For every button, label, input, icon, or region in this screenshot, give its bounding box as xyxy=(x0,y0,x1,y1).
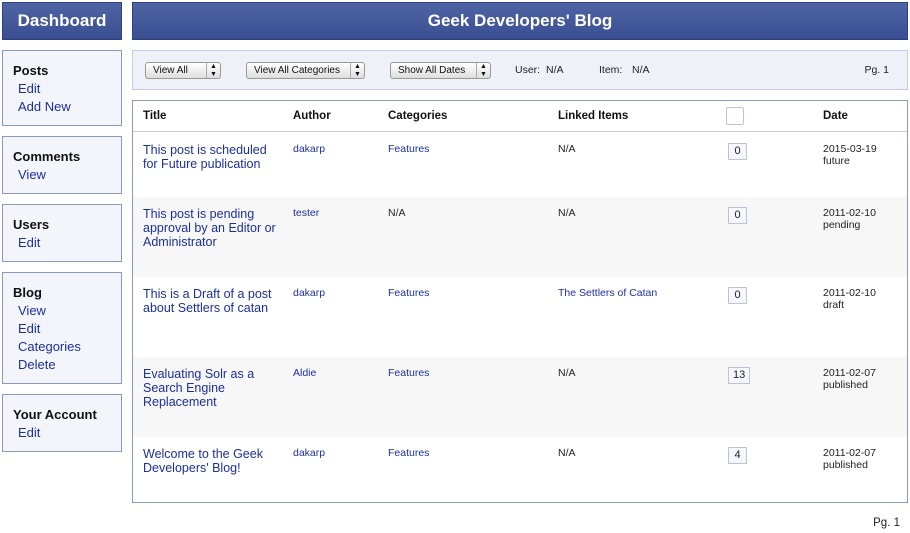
post-title-link[interactable]: This post is pending approval by an Edit… xyxy=(143,207,283,249)
post-status: draft xyxy=(823,299,845,311)
post-title-link[interactable]: Evaluating Solr as a Search Engine Repla… xyxy=(143,367,283,409)
select-arrows-icon: ▲ ▼ xyxy=(206,63,220,78)
sidebar-heading-comments: Comments xyxy=(13,149,81,164)
table-header: Title Author Categories Linked Items Dat… xyxy=(133,101,907,132)
post-status: future xyxy=(823,155,850,167)
post-date: 2011-02-07 published xyxy=(823,447,876,471)
item-filter-value: N/A xyxy=(632,64,650,76)
post-category-link[interactable]: Features xyxy=(388,287,429,299)
sidebar-heading-users: Users xyxy=(13,217,50,232)
sidebar-item-account-edit[interactable]: Edit xyxy=(13,424,121,442)
post-date-value: 2011-02-10 xyxy=(823,207,876,219)
post-date-value: 2015-03-19 xyxy=(823,143,877,155)
item-filter-label: Item: xyxy=(599,64,623,76)
table-row: This is a Draft of a post about Settlers… xyxy=(133,277,907,357)
dashboard-title[interactable]: Dashboard xyxy=(2,2,122,40)
post-author: Aldie xyxy=(293,367,317,379)
sidebar-item-blog-delete[interactable]: Delete xyxy=(13,356,121,374)
comment-count-badge[interactable]: 0 xyxy=(728,143,747,160)
comment-count-badge[interactable]: 4 xyxy=(728,447,747,464)
sidebar-users: Users Edit xyxy=(2,204,122,262)
sidebar-item-blog-categories[interactable]: Categories xyxy=(13,338,121,356)
post-date-value: 2011-02-07 xyxy=(823,367,876,379)
column-header-categories[interactable]: Categories xyxy=(388,110,447,122)
sidebar-item-blog-view[interactable]: View xyxy=(13,302,121,320)
sidebar-item-posts-add-new[interactable]: Add New xyxy=(13,98,121,116)
user-filter-value: N/A xyxy=(546,64,564,76)
comment-count-badge[interactable]: 0 xyxy=(728,287,747,304)
post-linked-items: N/A xyxy=(558,447,576,459)
sidebar-item-users-edit[interactable]: Edit xyxy=(13,234,121,252)
post-status: pending xyxy=(823,219,861,231)
post-title-link[interactable]: This is a Draft of a post about Settlers… xyxy=(143,287,283,315)
sidebar-item-posts-edit[interactable]: Edit xyxy=(13,80,121,98)
post-date: 2011-02-10 pending xyxy=(823,207,876,231)
post-linked-items: N/A xyxy=(558,367,576,379)
table-row: Welcome to the Geek Developers' Blog! da… xyxy=(133,437,907,501)
view-filter-value: View All xyxy=(153,65,188,76)
post-date: 2011-02-07 published xyxy=(823,367,876,391)
post-author: dakarp xyxy=(293,447,326,459)
post-category: N/A xyxy=(388,207,406,219)
post-title-link[interactable]: This post is scheduled for Future public… xyxy=(143,143,283,171)
filter-bar: View All ▲ ▼ View All Categories ▲ ▼ Show … xyxy=(132,50,908,90)
posts-table: Title Author Categories Linked Items Dat… xyxy=(132,100,908,503)
user-filter-label: User: xyxy=(515,64,541,76)
column-header-title[interactable]: Title xyxy=(143,110,166,122)
post-category-link[interactable]: Features xyxy=(388,367,429,379)
post-date: 2011-02-10 draft xyxy=(823,287,876,311)
post-category-link[interactable]: Features xyxy=(388,447,429,459)
column-header-date[interactable]: Date xyxy=(823,110,848,122)
sidebar-heading-account: Your Account xyxy=(13,407,97,422)
post-date-value: 2011-02-07 xyxy=(823,447,876,459)
select-arrows-icon: ▲ ▼ xyxy=(350,63,364,78)
table-row: This post is pending approval by an Edit… xyxy=(133,197,907,277)
post-linked-items: N/A xyxy=(558,207,576,219)
sidebar-blog: Blog View Edit Categories Delete xyxy=(2,272,122,384)
column-header-linked-items[interactable]: Linked Items xyxy=(558,110,628,122)
column-header-author[interactable]: Author xyxy=(293,110,331,122)
page-indicator-top: Pg. 1 xyxy=(864,64,889,76)
post-linked-items: N/A xyxy=(558,143,576,155)
sidebar-comments: Comments View xyxy=(2,136,122,194)
blog-title: Geek Developers' Blog xyxy=(132,2,908,40)
view-filter-select[interactable]: View All ▲ ▼ xyxy=(145,62,221,79)
comment-bubble-icon[interactable] xyxy=(726,107,744,125)
sidebar-posts: Posts Edit Add New xyxy=(2,50,122,126)
select-arrows-icon: ▲ ▼ xyxy=(476,63,490,78)
table-row: Evaluating Solr as a Search Engine Repla… xyxy=(133,357,907,437)
comment-count-badge[interactable]: 13 xyxy=(728,367,751,384)
post-author: dakarp xyxy=(293,287,326,299)
sidebar-item-comments-view[interactable]: View xyxy=(13,166,121,184)
post-author: dakarp xyxy=(293,143,326,155)
page-indicator-bottom: Pg. 1 xyxy=(873,517,900,529)
post-status: published xyxy=(823,379,868,391)
post-date-value: 2011-02-10 xyxy=(823,287,876,299)
sidebar-item-blog-edit[interactable]: Edit xyxy=(13,320,121,338)
sidebar-heading-posts: Posts xyxy=(13,63,49,78)
comment-count-badge[interactable]: 0 xyxy=(728,207,747,224)
category-filter-select[interactable]: View All Categories ▲ ▼ xyxy=(246,62,365,79)
post-author: tester xyxy=(293,207,320,219)
category-filter-value: View All Categories xyxy=(254,65,340,76)
post-linked-item-link[interactable]: The Settlers of Catan xyxy=(558,287,657,299)
post-status: published xyxy=(823,459,868,471)
post-category-link[interactable]: Features xyxy=(388,143,429,155)
post-title-link[interactable]: Welcome to the Geek Developers' Blog! xyxy=(143,447,283,475)
post-date: 2015-03-19 future xyxy=(823,143,877,167)
sidebar-heading-blog: Blog xyxy=(13,285,42,300)
sidebar-account: Your Account Edit xyxy=(2,394,122,452)
date-filter-value: Show All Dates xyxy=(398,65,466,76)
date-filter-select[interactable]: Show All Dates ▲ ▼ xyxy=(390,62,491,79)
